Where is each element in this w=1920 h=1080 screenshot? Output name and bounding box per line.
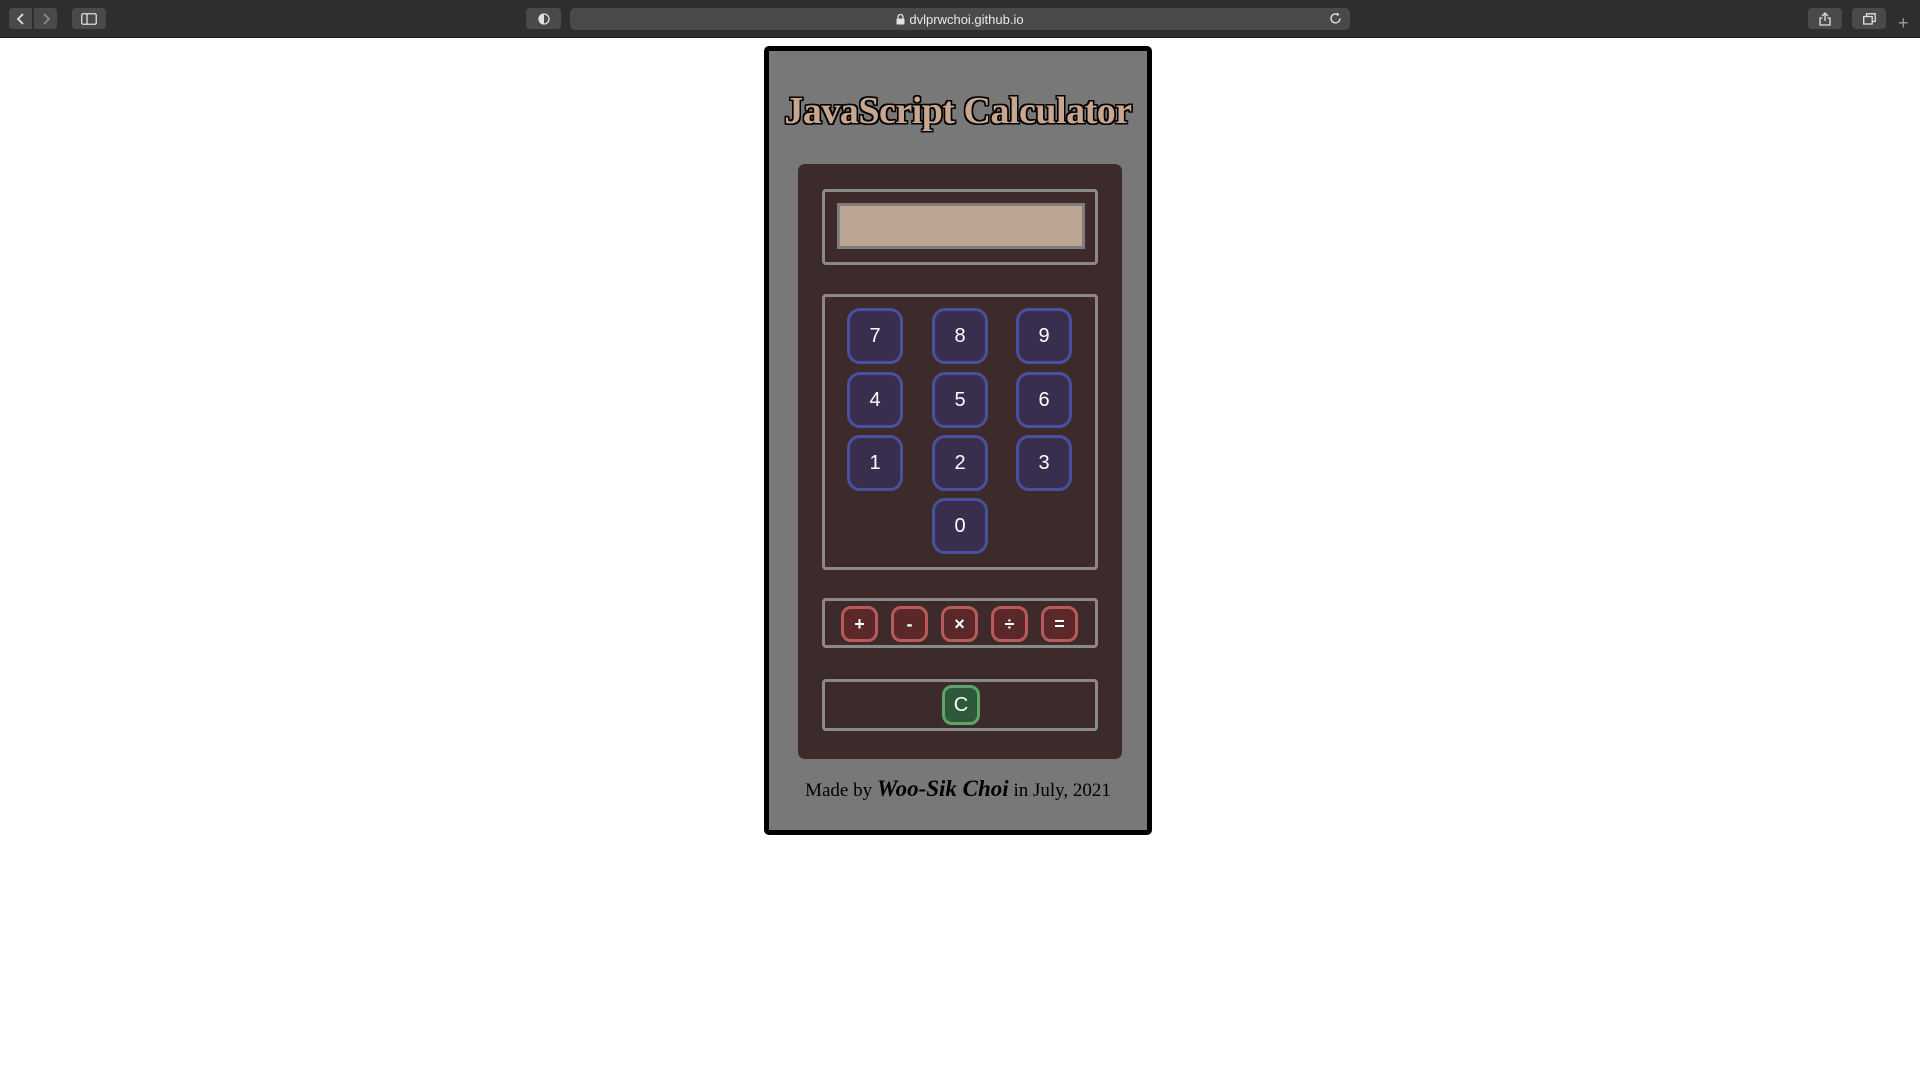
sidebar-icon (81, 12, 97, 25)
key-1-button[interactable]: 1 (847, 435, 903, 491)
subtract-button[interactable]: - (891, 606, 928, 642)
address-bar[interactable]: dvlprwchoi.github.io (570, 8, 1350, 30)
number-pad: 7 8 9 4 5 6 1 2 3 0 (822, 294, 1098, 570)
footer-author: Woo-Sik Choi (876, 776, 1009, 801)
clear-button[interactable]: C (942, 685, 980, 725)
forward-button[interactable] (34, 8, 57, 29)
page-title: JavaScript Calculator (784, 90, 1132, 132)
footer-credit: Made by Woo-Sik Choi in July, 2021 (769, 776, 1147, 802)
footer-prefix: Made by (805, 780, 877, 801)
key-0-button[interactable]: 0 (932, 498, 988, 554)
chevron-left-icon (16, 12, 26, 26)
reload-icon[interactable] (1329, 12, 1342, 25)
equals-button[interactable]: = (1041, 606, 1078, 642)
display-panel (822, 189, 1098, 265)
key-8-button[interactable]: 8 (932, 308, 988, 364)
key-6-button[interactable]: 6 (1016, 372, 1072, 428)
back-button[interactable] (9, 8, 32, 29)
calculator-body: 7 8 9 4 5 6 1 2 3 0 + - × ÷ = C (798, 164, 1122, 759)
share-icon (1819, 11, 1831, 26)
key-7-button[interactable]: 7 (847, 308, 903, 364)
tabs-overview-button[interactable] (1852, 8, 1886, 29)
key-5-button[interactable]: 5 (932, 372, 988, 428)
footer-suffix: in July, 2021 (1008, 780, 1111, 801)
clear-pad: C (822, 679, 1098, 731)
lock-icon (896, 13, 905, 25)
key-9-button[interactable]: 9 (1016, 308, 1072, 364)
plus-icon[interactable]: + (1898, 14, 1909, 32)
chevron-right-icon (41, 12, 51, 26)
sidebar-toggle-button[interactable] (72, 8, 106, 29)
calculator-card: JavaScript Calculator 7 8 9 4 5 6 1 2 3 … (764, 46, 1152, 835)
key-2-button[interactable]: 2 (932, 435, 988, 491)
privacy-report-button[interactable] (526, 8, 561, 29)
key-3-button[interactable]: 3 (1016, 435, 1072, 491)
divide-button[interactable]: ÷ (991, 606, 1028, 642)
browser-toolbar: dvlprwchoi.github.io + (0, 0, 1920, 38)
add-button[interactable]: + (841, 606, 878, 642)
address-url: dvlprwchoi.github.io (909, 11, 1024, 27)
share-button[interactable] (1808, 8, 1842, 29)
key-4-button[interactable]: 4 (847, 372, 903, 428)
operator-pad: + - × ÷ = (822, 598, 1098, 648)
privacy-shield-icon (537, 12, 550, 25)
calculator-display (837, 203, 1085, 249)
multiply-button[interactable]: × (941, 606, 978, 642)
tabs-overview-icon (1862, 12, 1876, 25)
